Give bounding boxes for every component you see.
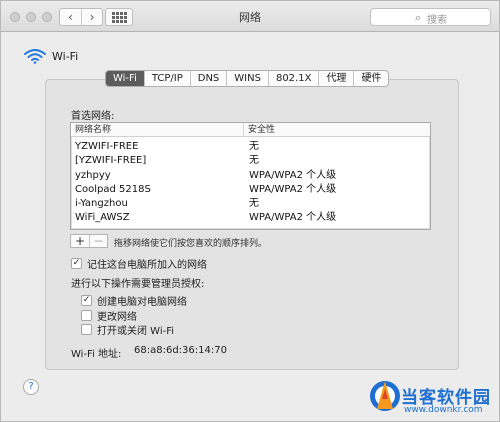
column-header-network-name[interactable]: 网络名称 [71,123,244,136]
table-header: 网络名称 安全性 [71,123,430,137]
security-cell: WPA/WPA2 个人级 [249,183,337,195]
empty-checkbox-icon [81,324,92,335]
tab-8021x[interactable]: 802.1X [267,71,318,86]
search-field[interactable]: ⌕ 搜索 [370,8,491,26]
tab-tcpip[interactable]: TCP/IP [143,71,190,86]
watermark-url: www.downkr.com [404,405,483,415]
table-row[interactable]: i-Yangzhou 无 [71,197,430,211]
network-name-cell: Coolpad 5218S [75,183,151,195]
checkmark-icon: ✓ [81,295,92,306]
search-icon: ⌕ [415,11,422,24]
security-cell: 无 [249,141,259,152]
tab-wifi[interactable]: Wi-Fi [106,71,144,86]
reorder-hint: 拖移网络使它们按您喜欢的顺序排列。 [114,239,268,249]
wifi-address-label: Wi-Fi 地址: [71,349,122,360]
tab-wins[interactable]: WINS [226,71,268,86]
wifi-icon [24,49,46,64]
table-row[interactable]: YZWIFI-FREE 无 [71,140,430,154]
remember-networks-checkbox[interactable]: ✓ 记住这台电脑所加入的网络 [71,256,207,271]
help-button[interactable]: ? [23,379,39,395]
network-preferences-window: ‹ › 网络 ⌕ 搜索 Wi-Fi Wi-Fi TCP/IP DNS WINS … [0,0,500,422]
admin-auth-label: 进行以下操作需要管理员授权: [71,279,205,290]
interface-title: Wi-Fi [52,50,79,63]
table-row[interactable]: WiFi_AWSZ WPA/WPA2 个人级 [71,211,430,225]
watermark-logo-icon [370,381,400,411]
checkmark-icon: ✓ [71,258,82,269]
table-row[interactable]: [YZWIFI-FREE] 无 [71,154,430,168]
toggle-wifi-checkbox[interactable]: 打开或关闭 Wi-Fi [81,322,174,337]
table-row[interactable]: Coolpad 5218S WPA/WPA2 个人级 [71,183,430,197]
tab-proxies[interactable]: 代理 [318,71,353,86]
preferred-networks-label: 首选网络: [71,111,115,122]
remove-network-button[interactable]: − [89,235,107,247]
security-cell: WPA/WPA2 个人级 [249,169,337,181]
create-computer-network-checkbox[interactable]: ✓ 创建电脑对电脑网络 [81,293,187,308]
network-name-cell: i-Yangzhou [75,198,128,210]
preferred-networks-table[interactable]: 网络名称 安全性 YZWIFI-FREE 无 [YZWIFI-FREE] 无 y… [70,122,431,230]
network-name-cell: yzhpyy [75,169,111,181]
security-cell: WPA/WPA2 个人级 [249,212,337,224]
search-placeholder: 搜索 [427,15,447,26]
security-cell: 无 [249,155,259,167]
table-row[interactable]: yzhpyy WPA/WPA2 个人级 [71,169,430,183]
toggle-wifi-label: 打开或关闭 Wi-Fi [97,326,175,337]
tab-dns[interactable]: DNS [189,71,227,86]
remember-networks-label: 记住这台电脑所加入的网络 [87,260,207,271]
empty-checkbox-icon [81,310,92,321]
network-name-cell: WiFi_AWSZ [75,212,130,224]
create-computer-network-label: 创建电脑对电脑网络 [97,297,187,308]
network-name-cell: YZWIFI-FREE [75,141,139,152]
change-networks-label: 更改网络 [97,312,137,323]
tab-bar: Wi-Fi TCP/IP DNS WINS 802.1X 代理 硬件 [105,70,390,87]
change-networks-checkbox[interactable]: 更改网络 [81,308,137,323]
network-name-cell: [YZWIFI-FREE] [75,155,147,167]
column-header-security[interactable]: 安全性 [244,123,430,136]
security-cell: 无 [249,198,259,210]
wifi-address-value: 68:a8:6d:36:14:70 [134,345,227,356]
add-remove-buttons: + − [70,234,108,248]
tab-hardware[interactable]: 硬件 [353,71,388,86]
add-network-button[interactable]: + [71,235,89,247]
toolbar: ‹ › 网络 ⌕ 搜索 [1,1,499,32]
